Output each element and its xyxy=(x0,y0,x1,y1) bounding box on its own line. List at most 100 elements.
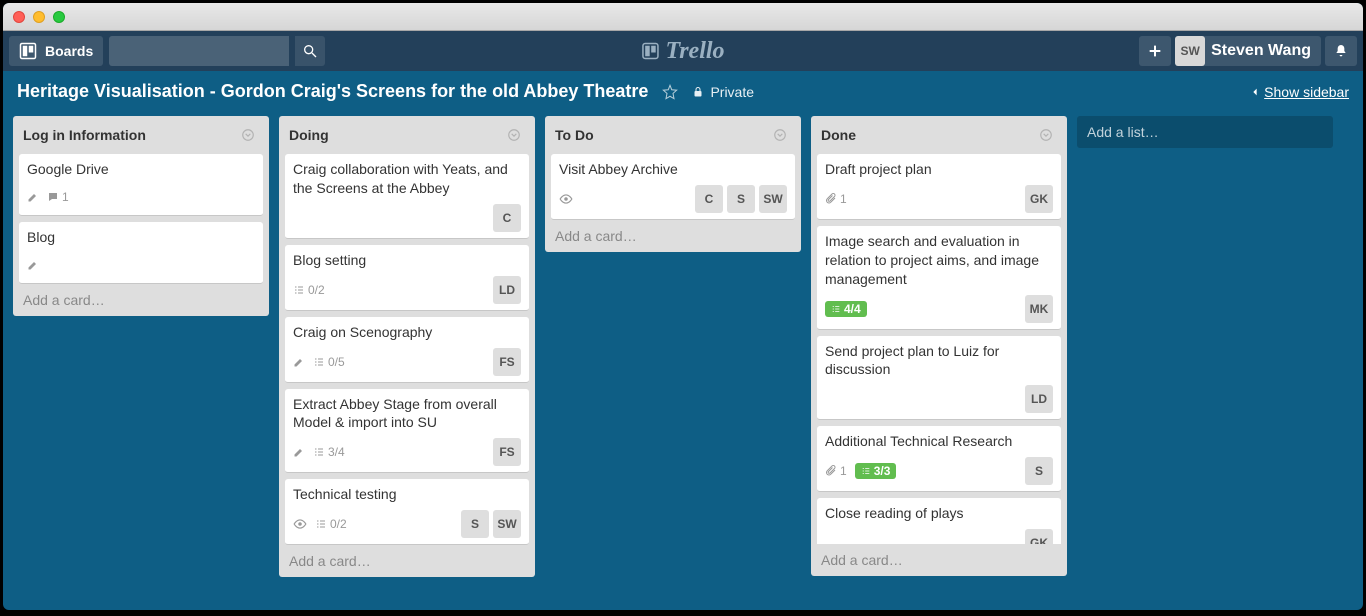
description-badge xyxy=(27,259,39,271)
lock-icon xyxy=(692,86,704,98)
member-avatar[interactable]: LD xyxy=(493,276,521,304)
member-avatar[interactable]: C xyxy=(493,204,521,232)
chevron-down-circle-icon xyxy=(241,128,255,142)
add-list-button[interactable]: Add a list… xyxy=(1077,116,1333,148)
attachment-icon xyxy=(825,193,837,205)
window-titlebar xyxy=(3,3,1363,31)
list-menu-button[interactable] xyxy=(1035,124,1057,146)
card-title: Technical testing xyxy=(293,485,521,504)
member-avatar[interactable]: MK xyxy=(1025,295,1053,323)
member-avatar[interactable]: C xyxy=(695,185,723,213)
card-title: Blog setting xyxy=(293,251,521,270)
member-avatar[interactable]: GK xyxy=(1025,185,1053,213)
checklist-complete-badge: 3/3 xyxy=(855,463,897,479)
member-avatar[interactable]: LD xyxy=(1025,385,1053,413)
search-button[interactable] xyxy=(295,36,325,66)
card-title: Craig on Scenography xyxy=(293,323,521,342)
user-name: Steven Wang xyxy=(1211,42,1311,60)
member-avatar[interactable]: S xyxy=(1025,457,1053,485)
add-card-button[interactable]: Add a card… xyxy=(811,544,1067,576)
card[interactable]: Blog setting 0/2 LD xyxy=(285,245,529,311)
checklist-badge: 0/5 xyxy=(313,355,345,369)
list-doing: Doing Craig collaboration with Yeats, an… xyxy=(279,116,535,577)
trello-logo[interactable]: Trello xyxy=(641,38,724,65)
card-title: Image search and evaluation in relation … xyxy=(825,232,1053,289)
list-done: Done Draft project plan 1 GK Image s xyxy=(811,116,1067,576)
card[interactable]: Extract Abbey Stage from overall Model &… xyxy=(285,389,529,474)
bell-icon xyxy=(1333,43,1349,59)
card[interactable]: Google Drive 1 xyxy=(19,154,263,216)
card[interactable]: Craig on Scenography 0/5 FS xyxy=(285,317,529,383)
boards-button[interactable]: Boards xyxy=(9,36,103,66)
card-title: Additional Technical Research xyxy=(825,432,1053,451)
list-title[interactable]: To Do xyxy=(555,127,594,143)
member-avatar[interactable]: SW xyxy=(759,185,787,213)
description-badge xyxy=(293,356,305,368)
card[interactable]: Blog xyxy=(19,222,263,284)
list-title[interactable]: Log in Information xyxy=(23,127,146,143)
checklist-complete-badge: 4/4 xyxy=(825,301,867,317)
member-avatar[interactable]: S xyxy=(727,185,755,213)
checklist-icon xyxy=(831,304,841,314)
card-title: Send project plan to Luiz for discussion xyxy=(825,342,1053,380)
trello-logo-icon xyxy=(641,42,659,60)
card-title: Visit Abbey Archive xyxy=(559,160,787,179)
member-avatar[interactable]: SW xyxy=(493,510,521,538)
card-title: Draft project plan xyxy=(825,160,1053,179)
create-button[interactable] xyxy=(1139,36,1171,66)
board-title[interactable]: Heritage Visualisation - Gordon Craig's … xyxy=(17,81,648,102)
member-avatar[interactable]: GK xyxy=(1025,529,1053,544)
card[interactable]: Close reading of plays GK xyxy=(817,498,1061,544)
chevron-down-circle-icon xyxy=(773,128,787,142)
boards-icon xyxy=(19,42,37,60)
traffic-light-minimize[interactable] xyxy=(33,11,45,23)
comments-badge: 1 xyxy=(47,190,69,204)
traffic-light-close[interactable] xyxy=(13,11,25,23)
list-todo: To Do Visit Abbey Archive C S S xyxy=(545,116,801,252)
card-title: Extract Abbey Stage from overall Model &… xyxy=(293,395,521,433)
add-card-button[interactable]: Add a card… xyxy=(13,284,269,316)
member-avatar[interactable]: FS xyxy=(493,348,521,376)
member-avatar[interactable]: FS xyxy=(493,438,521,466)
card[interactable]: Image search and evaluation in relation … xyxy=(817,226,1061,330)
card-title: Google Drive xyxy=(27,160,255,179)
checklist-badge: 3/4 xyxy=(313,445,345,459)
pencil-icon xyxy=(27,191,39,203)
checklist-icon xyxy=(313,356,325,368)
card[interactable]: Technical testing 0/2 S SW xyxy=(285,479,529,545)
comment-icon xyxy=(47,191,59,203)
trello-logo-text: Trello xyxy=(665,38,724,65)
list-title[interactable]: Done xyxy=(821,127,856,143)
list-menu-button[interactable] xyxy=(769,124,791,146)
list-login-info: Log in Information Google Drive 1 xyxy=(13,116,269,316)
search-input[interactable] xyxy=(109,36,289,66)
plus-icon xyxy=(1147,43,1163,59)
show-sidebar-button[interactable]: Show sidebar xyxy=(1250,84,1349,100)
card[interactable]: Visit Abbey Archive C S SW xyxy=(551,154,795,220)
card[interactable]: Craig collaboration with Yeats, and the … xyxy=(285,154,529,239)
card[interactable]: Draft project plan 1 GK xyxy=(817,154,1061,220)
add-card-button[interactable]: Add a card… xyxy=(545,220,801,252)
search-icon xyxy=(302,43,318,59)
card[interactable]: Send project plan to Luiz for discussion… xyxy=(817,336,1061,421)
eye-icon xyxy=(559,192,573,206)
app-window: Boards Trello SW Steven Wang Heritage Vi… xyxy=(3,3,1363,610)
traffic-light-zoom[interactable] xyxy=(53,11,65,23)
list-menu-button[interactable] xyxy=(237,124,259,146)
attachment-icon xyxy=(825,465,837,477)
show-sidebar-label: Show sidebar xyxy=(1264,84,1349,100)
checklist-icon xyxy=(861,466,871,476)
checklist-badge: 0/2 xyxy=(315,517,347,531)
list-menu-button[interactable] xyxy=(503,124,525,146)
user-menu[interactable]: SW Steven Wang xyxy=(1175,36,1321,66)
visibility-button[interactable]: Private xyxy=(692,84,754,100)
card[interactable]: Additional Technical Research 1 3/3 S xyxy=(817,426,1061,492)
notifications-button[interactable] xyxy=(1325,36,1357,66)
add-card-button[interactable]: Add a card… xyxy=(279,545,535,577)
star-button[interactable] xyxy=(662,84,678,100)
checklist-icon xyxy=(315,518,327,530)
board-canvas[interactable]: Log in Information Google Drive 1 xyxy=(3,116,1363,610)
member-avatar[interactable]: S xyxy=(461,510,489,538)
list-title[interactable]: Doing xyxy=(289,127,329,143)
pencil-icon xyxy=(293,446,305,458)
